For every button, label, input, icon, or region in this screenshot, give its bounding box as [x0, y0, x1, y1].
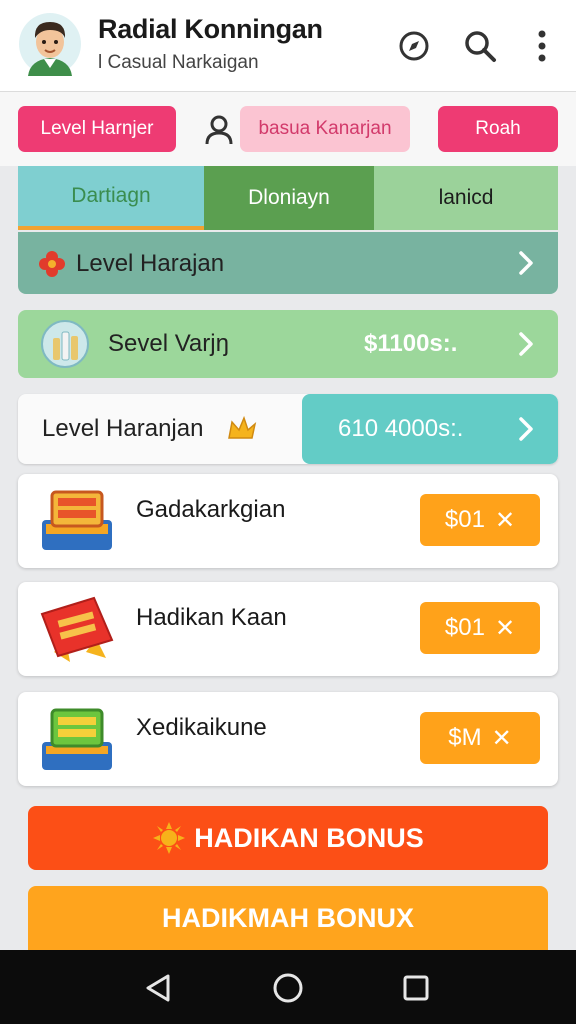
system-nav-bar	[0, 950, 576, 1024]
chevron-right-icon	[519, 251, 533, 275]
reward-card[interactable]: Gadakarkgian $01 ✕	[18, 474, 558, 568]
card-title: Xedikaikune	[136, 714, 267, 741]
bonus-label: HADIKMAH BONUX	[162, 902, 414, 933]
price-label: $01	[444, 506, 485, 533]
tab-lanicd[interactable]: lanicd	[374, 166, 558, 230]
price-button[interactable]: $01 ✕	[420, 602, 540, 654]
search-icon[interactable]	[460, 24, 500, 68]
close-icon[interactable]: ✕	[495, 614, 515, 643]
casual-filter-chip[interactable]: basua Kanarjan	[240, 106, 410, 152]
card-title: Hadikan Kaan	[136, 604, 287, 631]
sun-icon	[153, 822, 186, 854]
app-title: Radial Konningan	[98, 14, 323, 44]
more-vert-icon[interactable]	[524, 24, 560, 68]
bonus-label: HADIKAN BONUS	[194, 822, 424, 853]
red-tag-icon	[40, 596, 114, 662]
bonus-button-primary[interactable]: HADIKAN BONUS	[28, 806, 548, 870]
close-icon[interactable]: ✕	[495, 506, 515, 535]
flower-icon	[39, 251, 65, 277]
row-value: 610 4000s:.	[338, 415, 464, 442]
price-button[interactable]: $01 ✕	[420, 494, 540, 546]
green-box-icon	[42, 708, 112, 770]
avatar[interactable]	[18, 10, 82, 78]
price-label: $M	[448, 724, 482, 751]
level-filter-button[interactable]: Level Harnjer	[18, 106, 176, 152]
home-icon[interactable]	[270, 970, 306, 1006]
reward-card[interactable]: Hadikan Kaan $01 ✕	[18, 582, 558, 676]
user-icon[interactable]	[204, 114, 234, 146]
tab-dloniayn[interactable]: Dloniayn	[204, 166, 374, 230]
close-icon[interactable]: ✕	[492, 724, 512, 753]
bottles-icon	[41, 320, 89, 368]
reward-card[interactable]: Xedikaikune $M ✕	[18, 692, 558, 786]
price-label: $01	[444, 614, 485, 641]
recent-apps-icon[interactable]	[398, 970, 434, 1006]
tab-dartiagn[interactable]: Dartiagn	[18, 166, 204, 230]
back-icon[interactable]	[140, 970, 176, 1006]
app-subtitle: l Casual Narkaigan	[98, 52, 259, 73]
treasure-box-icon	[42, 490, 112, 550]
chevron-right-icon	[519, 332, 533, 356]
bonus-button-secondary[interactable]: HADIKMAH BONUX	[28, 886, 548, 950]
app-header: Radial Konningan l Casual Narkaigan	[0, 0, 576, 92]
row-label: Sevel Varjŋ	[108, 330, 229, 357]
chevron-right-icon	[519, 417, 533, 441]
level-haranjan-row[interactable]: Level Haranjan 610 4000s:.	[18, 394, 558, 464]
row-label: Level Haranjan	[42, 415, 204, 442]
tab-bar: Dartiagn Dloniayn lanicd	[18, 166, 558, 230]
level-harajan-row[interactable]: Level Harajan	[18, 232, 558, 294]
row-label: Level Harajan	[76, 250, 225, 277]
crown-icon	[228, 415, 257, 439]
row-value: $1100s:.	[364, 330, 458, 357]
price-button[interactable]: $M ✕	[420, 712, 540, 764]
sevel-varjn-row[interactable]: Sevel Varjŋ $1100s:.	[18, 310, 558, 378]
reach-button[interactable]: Roah	[438, 106, 558, 152]
filter-bar: Level Harnjer basua Kanarjan Roah	[0, 92, 576, 166]
compass-icon[interactable]	[394, 24, 434, 68]
card-title: Gadakarkgian	[136, 496, 286, 523]
